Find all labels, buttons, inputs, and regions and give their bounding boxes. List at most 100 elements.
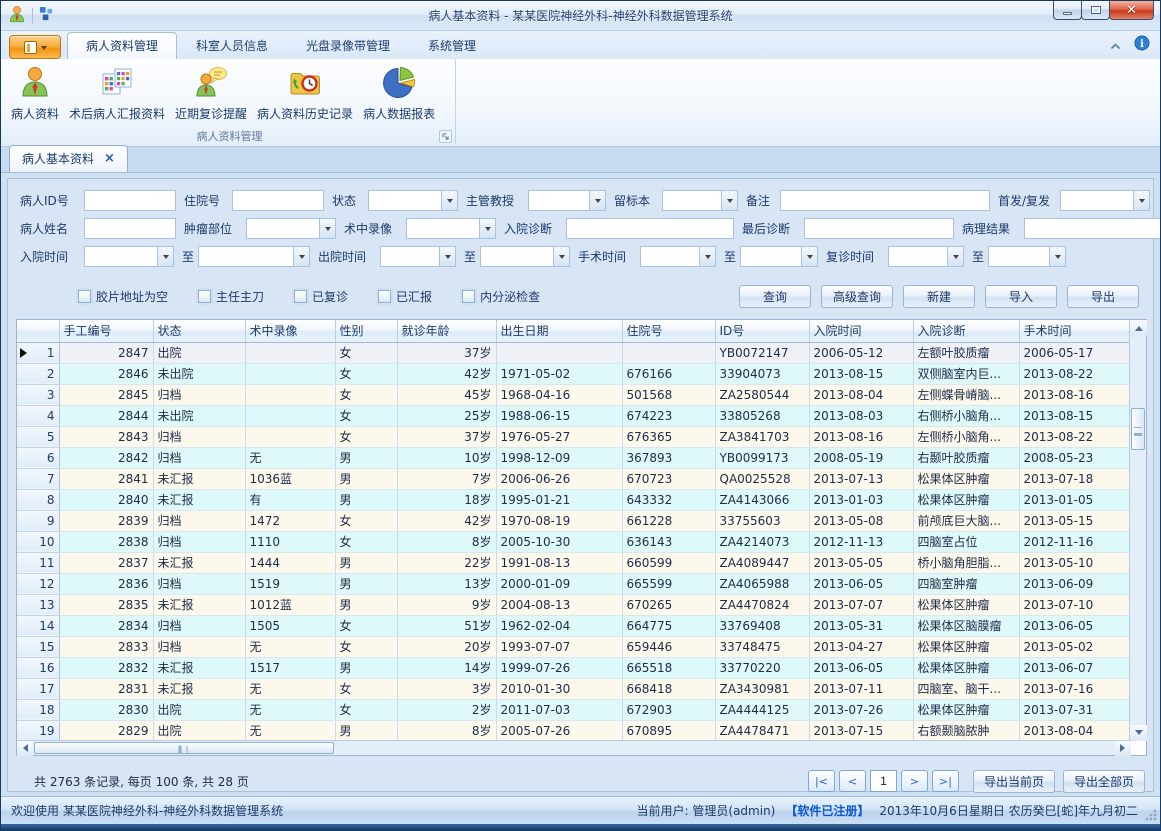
- checkbox-胶片地址为空[interactable]: 胶片地址为空: [78, 288, 168, 305]
- column-header-入院时间[interactable]: 入院时间: [809, 320, 913, 342]
- minimize-button[interactable]: [1053, 1, 1082, 20]
- ribbon-button-3[interactable]: 近期复诊提醒: [170, 63, 252, 124]
- filter-input-病人ID号[interactable]: [84, 190, 176, 211]
- menu-tab-3[interactable]: 光盘录像带管理: [287, 32, 409, 59]
- resize-grip[interactable]: [1145, 809, 1157, 821]
- filter-combo-留标本[interactable]: [662, 190, 738, 211]
- filter-input-备注[interactable]: [780, 190, 990, 211]
- next-page-button[interactable]: >: [901, 770, 928, 792]
- table-row[interactable]: 32845归档女45岁1968-04-16501568ZA25805442013…: [17, 384, 1130, 405]
- menu-tab-4[interactable]: 系统管理: [409, 32, 495, 59]
- table-row[interactable]: 92839归档1472女42岁1970-08-19661228337556032…: [17, 510, 1130, 531]
- combo-dropdown-icon[interactable]: [801, 247, 817, 266]
- column-header-住院号[interactable]: 住院号: [622, 320, 715, 342]
- filter-combo-首发/复发[interactable]: [1060, 190, 1150, 211]
- checkbox-box[interactable]: [294, 290, 307, 303]
- filter-combo-复诊时间[interactable]: [888, 246, 964, 267]
- combo-dropdown-icon[interactable]: [947, 247, 963, 266]
- column-header-ID号[interactable]: ID号: [715, 320, 809, 342]
- combo-dropdown-icon[interactable]: [439, 247, 455, 266]
- combo-dropdown-icon[interactable]: [1049, 247, 1065, 266]
- row-number-cell[interactable]: 6: [17, 447, 59, 468]
- combo-dropdown-icon[interactable]: [1133, 191, 1149, 210]
- row-number-cell[interactable]: 19: [17, 720, 59, 741]
- filter-combo-肿瘤部位[interactable]: [246, 218, 336, 239]
- export-all-pages-button[interactable]: 导出全部页: [1063, 770, 1145, 793]
- table-row[interactable]: 192829出院无男8岁2005-07-26670895ZA4478471201…: [17, 720, 1130, 741]
- row-number-cell[interactable]: 5: [17, 426, 59, 447]
- column-header-indicator[interactable]: [17, 320, 59, 342]
- checkbox-主任主刀[interactable]: 主任主刀: [198, 288, 264, 305]
- column-header-入院诊断[interactable]: 入院诊断: [913, 320, 1019, 342]
- horizontal-scrollbar[interactable]: [17, 740, 1131, 755]
- menu-tab-2[interactable]: 科室人员信息: [177, 32, 287, 59]
- filter-combo-入院时间[interactable]: [84, 246, 174, 267]
- row-number-cell[interactable]: 8: [17, 489, 59, 510]
- combo-dropdown-icon[interactable]: [553, 247, 569, 266]
- row-number-cell[interactable]: 3: [17, 384, 59, 405]
- combo-dropdown-icon[interactable]: [157, 247, 173, 266]
- row-number-cell[interactable]: 9: [17, 510, 59, 531]
- checkbox-box[interactable]: [78, 290, 91, 303]
- maximize-button[interactable]: [1081, 1, 1110, 20]
- first-page-button[interactable]: |<: [808, 770, 835, 792]
- filter-combo-出院时间[interactable]: [380, 246, 456, 267]
- table-row[interactable]: 22846未出院女42岁1971-05-02676166339040732013…: [17, 363, 1130, 384]
- table-row[interactable]: 152833归档无女20岁1993-07-0765944633748475201…: [17, 636, 1130, 657]
- info-icon[interactable]: i: [1134, 35, 1150, 55]
- row-number-cell[interactable]: 17: [17, 678, 59, 699]
- table-row[interactable]: 62842归档无男10岁1998-12-09367893YB0099173200…: [17, 447, 1130, 468]
- scroll-right-icon[interactable]: [1115, 741, 1131, 756]
- filter-input-入院诊断[interactable]: [566, 218, 734, 239]
- table-row[interactable]: 132835未汇报1012蓝男9岁2004-08-13670265ZA44708…: [17, 594, 1130, 615]
- collapse-ribbon-icon[interactable]: [1109, 36, 1122, 55]
- row-number-cell[interactable]: 16: [17, 657, 59, 678]
- row-number-cell[interactable]: 18: [17, 699, 59, 720]
- table-row[interactable]: 182830出院无女2岁2011-07-03672903ZA4444125201…: [17, 699, 1130, 720]
- table-row[interactable]: 112837未汇报1444男22岁1991-08-13660599ZA40894…: [17, 552, 1130, 573]
- combo-dropdown-icon[interactable]: [479, 219, 495, 238]
- vertical-scroll-thumb[interactable]: [1131, 408, 1145, 450]
- row-number-cell[interactable]: 2: [17, 363, 59, 384]
- column-header-手术时间[interactable]: 手术时间: [1019, 320, 1130, 342]
- combo-dropdown-icon[interactable]: [441, 191, 457, 210]
- table-row[interactable]: 12847出院女37岁YB00721472006-05-12左额叶胶质瘤2006…: [17, 342, 1130, 363]
- column-header-术中录像[interactable]: 术中录像: [245, 320, 335, 342]
- menu-tab-1[interactable]: 病人资料管理: [67, 32, 177, 59]
- row-number-cell[interactable]: 1: [17, 342, 59, 363]
- row-number-cell[interactable]: 12: [17, 573, 59, 594]
- filter-combo-主管教授[interactable]: [528, 190, 606, 211]
- last-page-button[interactable]: >|: [932, 770, 959, 792]
- prev-page-button[interactable]: <: [839, 770, 866, 792]
- filter-combo-手术时间[interactable]: [640, 246, 716, 267]
- app-menu-button[interactable]: [9, 35, 61, 59]
- vertical-scrollbar[interactable]: [1129, 320, 1146, 741]
- column-header-手工编号[interactable]: 手工编号: [59, 320, 153, 342]
- export-current-page-button[interactable]: 导出当前页: [973, 770, 1055, 793]
- table-row[interactable]: 162832未汇报1517男14岁1999-07-266655183377022…: [17, 657, 1130, 678]
- combo-dropdown-icon[interactable]: [293, 247, 309, 266]
- action-button-高级查询[interactable]: 高级查询: [821, 285, 893, 308]
- table-row[interactable]: 142834归档1505女51岁1962-02-0466477533769408…: [17, 615, 1130, 636]
- filter-combo-至[interactable]: [480, 246, 570, 267]
- table-row[interactable]: 122836归档1519男13岁2000-01-09665599ZA406598…: [17, 573, 1130, 594]
- table-row[interactable]: 102838归档1110女8岁2005-10-30636143ZA4214073…: [17, 531, 1130, 552]
- table-row[interactable]: 172831未汇报无女3岁2010-01-30668418ZA343098120…: [17, 678, 1130, 699]
- combo-dropdown-icon[interactable]: [589, 191, 605, 210]
- page-number-input[interactable]: [870, 770, 897, 792]
- column-header-就诊年龄[interactable]: 就诊年龄: [397, 320, 496, 342]
- filter-combo-至[interactable]: [988, 246, 1066, 267]
- table-row[interactable]: 82840未汇报有男18岁1995-01-21643332ZA414306620…: [17, 489, 1130, 510]
- action-button-新建[interactable]: 新建: [903, 285, 975, 308]
- row-number-cell[interactable]: 13: [17, 594, 59, 615]
- column-header-状态[interactable]: 状态: [153, 320, 245, 342]
- checkbox-box[interactable]: [462, 290, 475, 303]
- tab-close-icon[interactable]: ×: [104, 152, 115, 165]
- filter-combo-至[interactable]: [198, 246, 310, 267]
- filter-input-病人姓名[interactable]: [84, 218, 176, 239]
- ribbon-button-5[interactable]: 病人数据报表: [358, 63, 440, 124]
- row-number-cell[interactable]: 10: [17, 531, 59, 552]
- ribbon-button-2[interactable]: 术后病人汇报资料: [64, 63, 170, 124]
- action-button-导出[interactable]: 导出: [1067, 285, 1139, 308]
- registered-link[interactable]: 【软件已注册】: [785, 802, 869, 819]
